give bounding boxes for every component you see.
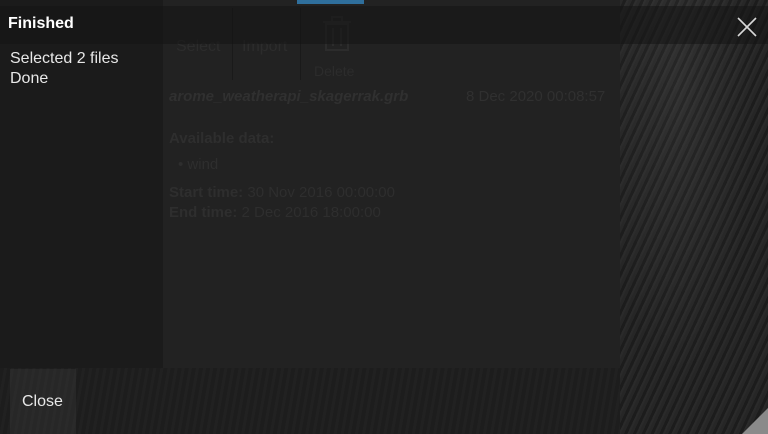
start-time-label: Start time: [169, 184, 244, 201]
resize-corner-icon[interactable] [742, 408, 768, 434]
file-date: 8 Dec 2020 00:08:57 [466, 88, 606, 105]
available-data-item: • wind [178, 156, 219, 173]
end-time-value: 2 Dec 2016 18:00:00 [241, 204, 381, 221]
close-x-icon[interactable] [736, 16, 758, 38]
start-time-row: Start time: 30 Nov 2016 00:00:00 [169, 184, 395, 201]
end-time-label: End time: [169, 204, 238, 221]
background-texture [620, 0, 768, 434]
tab-indicator [297, 0, 364, 4]
status-message: Selected 2 files [10, 50, 119, 67]
close-button[interactable]: Close [10, 369, 76, 434]
close-button-label: Close [22, 392, 63, 410]
dialog-header [0, 6, 768, 44]
status-message: Done [10, 70, 49, 87]
available-data-item-label: wind [187, 156, 219, 173]
end-time-row: End time: 2 Dec 2016 18:00:00 [169, 204, 381, 221]
dialog-title: Finished [8, 15, 74, 32]
delete-button[interactable]: Delete [314, 63, 354, 79]
background-texture-bottom [0, 368, 620, 434]
file-name[interactable]: arome_weatherapi_skagerrak.grb [169, 88, 408, 105]
start-time-value: 30 Nov 2016 00:00:00 [247, 184, 395, 201]
available-data-title: Available data: [169, 130, 275, 147]
